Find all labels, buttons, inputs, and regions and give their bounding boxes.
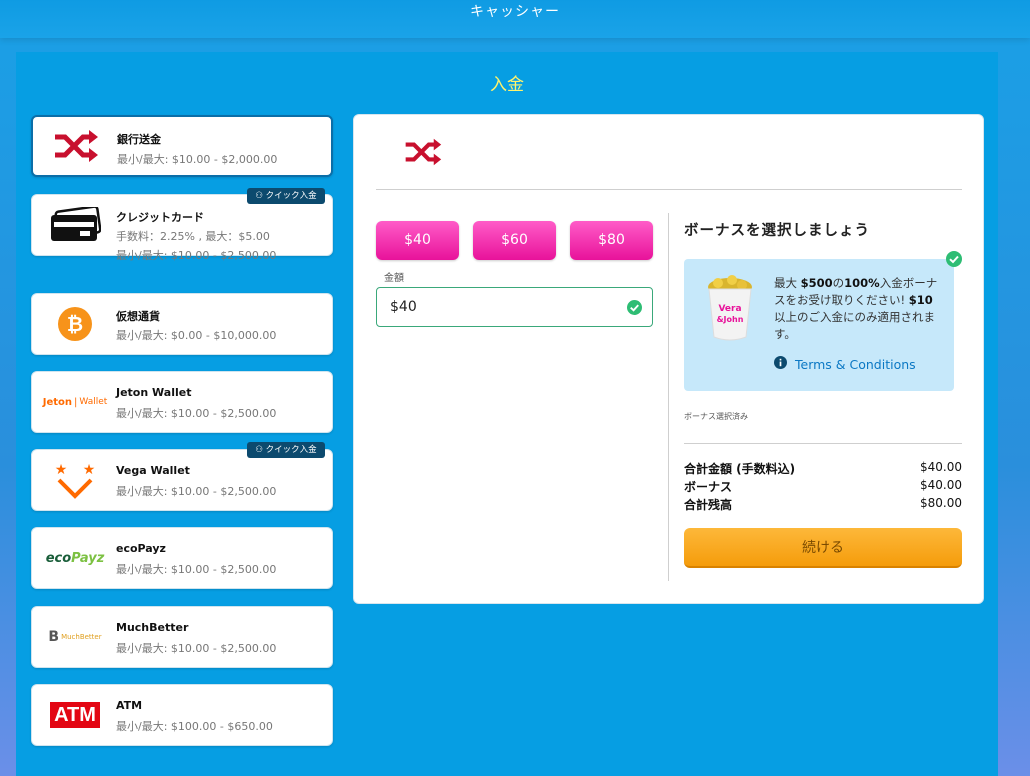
summary-row-total: 合計金額 (手数料込) $40.00 [684,460,962,476]
method-name: MuchBetter [116,621,189,634]
deposit-form-card: $40 $60 $80 金額 ボーナスを選択しましょう [353,114,984,604]
method-limit: 最小/最大: $10.00 - $2,500.00 [116,249,277,262]
method-limit: 最小/最大: $10.00 - $2,500.00 [116,642,277,655]
divider [684,443,962,444]
method-name: Vega Wallet [116,464,190,477]
method-vega-wallet[interactable]: ★ ★ Vega Wallet 最小/最大: $10.00 - $2,500.0… [31,449,333,511]
amount-button-60[interactable]: $60 [473,221,556,260]
method-name: ATM [116,699,143,712]
bonus-bucket-image: Vera &John [704,273,756,343]
svg-text:★: ★ [55,462,68,478]
amount-field-wrapper [376,287,653,327]
method-limit: 最小/最大: $10.00 - $2,500.00 [116,407,277,420]
method-ecopayz[interactable]: eco Payz ecoPayz 最小/最大: $10.00 - $2,500.0… [31,527,333,589]
method-name: ecoPayz [116,542,166,555]
method-limit: 最小/最大: $10.00 - $2,500.00 [116,563,277,576]
bonus-title: ボーナスを選択しましょう [684,223,870,239]
summary-row-balance: 合計残高 $80.00 [684,496,962,512]
deposit-panel: 入金 銀行送金 最小/最大: $10.00 - $2,000.00 ⚇ クイック… [16,52,998,776]
method-bank-transfer[interactable]: 銀行送金 最小/最大: $10.00 - $2,000.00 [31,115,333,177]
method-limit: 最小/最大: $10.00 - $2,000.00 [117,153,278,166]
shuffle-icon [39,117,113,175]
method-name: 銀行送金 [117,133,161,146]
method-fee: 手数料：2.25% , 最大：$5.00 [116,230,270,243]
bonus-description: 最大 $500の100%入金ボーナスをお受け取りください! $10以上のご入金に… [774,276,938,341]
quick-icon: ⚇ [255,191,266,201]
atm-logo: ATM [38,685,112,745]
ecopayz-logo: eco Payz [45,550,105,566]
svg-text:&John: &John [717,315,744,324]
method-name: Jeton Wallet [116,386,192,399]
bonus-selected-note: ボーナス選択済み [684,412,748,421]
top-bar: キャッシャー [0,0,1030,38]
bitcoin-icon: ₿ [38,294,112,354]
credit-card-icon [38,195,112,255]
method-limit: 最小/最大: $10.00 - $2,500.00 [116,485,277,498]
cashier-title: キャッシャー [470,4,560,20]
svg-text:Vera: Vera [718,304,741,314]
amount-button-40[interactable]: $40 [376,221,459,260]
check-circle-icon [627,300,642,319]
vertical-divider [668,213,669,581]
jeton-wallet-logo: Jeton | Wallet [42,396,108,408]
continue-button[interactable]: 続ける [684,528,962,568]
quick-deposit-badge: ⚇ クイック入金 [247,442,325,458]
method-muchbetter[interactable]: B MuchBetter MuchBetter 最小/最大: $10.00 - … [31,606,333,668]
amount-input[interactable] [377,288,607,326]
divider [376,189,962,190]
svg-text:₿: ₿ [67,312,83,336]
svg-text:★: ★ [83,462,96,478]
amount-button-80[interactable]: $80 [570,221,653,260]
vega-wallet-logo: ★ ★ [38,450,112,510]
bonus-option[interactable]: Vera &John 最大 $500の100%入金ボーナスをお受け取りください!… [684,251,962,391]
method-name: 仮想通貨 [116,310,160,323]
shuffle-icon [404,137,442,171]
panel-title: 入金 [490,75,524,95]
method-crypto[interactable]: ₿ 仮想通貨 最小/最大: $0.00 - $10,000.00 [31,293,333,355]
method-name: クレジットカード [116,211,204,224]
amount-label: 金額 [384,273,404,284]
method-jeton-wallet[interactable]: Jeton | Wallet Jeton Wallet 最小/最大: $10.0… [31,371,333,433]
quick-deposit-badge: ⚇ クイック入金 [247,188,325,204]
terms-link[interactable]: Terms & Conditions [774,356,916,372]
method-limit: 最小/最大: $0.00 - $10,000.00 [116,329,277,342]
muchbetter-logo: B MuchBetter [48,629,102,645]
summary-row-bonus: ボーナス $40.00 [684,478,962,494]
quick-icon: ⚇ [255,445,266,455]
method-limit: 最小/最大: $100.00 - $650.00 [116,720,273,733]
method-atm[interactable]: ATM ATM 最小/最大: $100.00 - $650.00 [31,684,333,746]
check-circle-icon [946,251,962,271]
info-icon [774,356,787,372]
